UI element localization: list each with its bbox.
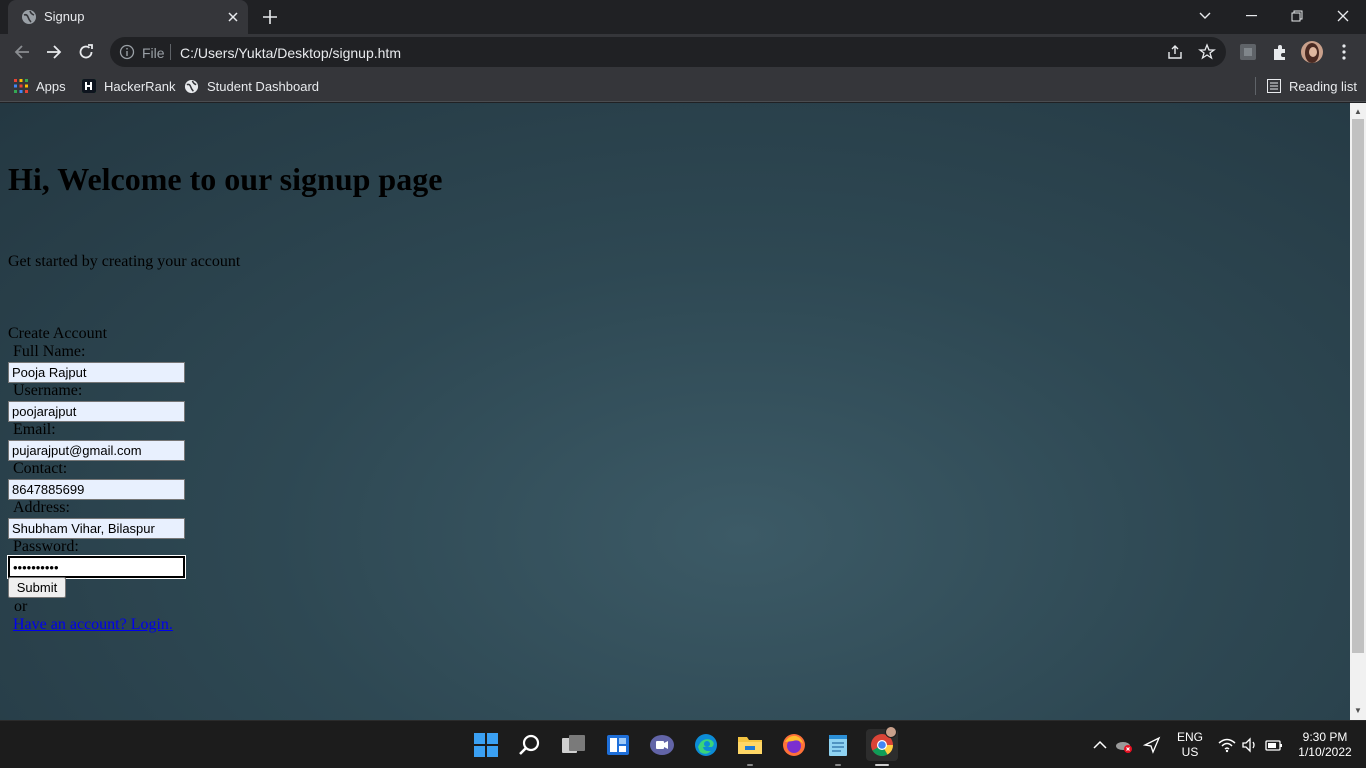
share-icon[interactable] [1166, 43, 1184, 61]
edge-icon [695, 734, 717, 756]
teams-chat-icon [650, 735, 674, 755]
address-input[interactable] [8, 518, 185, 539]
address-label: Address: [13, 499, 70, 516]
username-input[interactable] [8, 401, 185, 422]
tab-search-icon[interactable] [1182, 0, 1228, 32]
form-legend: Create Account [8, 325, 108, 342]
clock-time: 9:30 PM [1302, 730, 1348, 744]
globe-icon [22, 10, 36, 24]
tab-title: Signup [44, 9, 85, 24]
battery-icon[interactable] [1265, 736, 1283, 754]
firefox-icon [783, 734, 805, 756]
teams-chat-button[interactable] [646, 729, 678, 761]
chrome-button[interactable] [866, 726, 898, 766]
username-label: Username: [13, 382, 83, 399]
active-indicator [875, 764, 889, 766]
folder-icon [738, 737, 762, 754]
forward-button[interactable] [41, 39, 67, 65]
search-icon [519, 734, 540, 755]
star-bookmark-icon[interactable] [1198, 43, 1216, 61]
region-code: US [1181, 745, 1199, 759]
email-label: Email: [13, 421, 56, 438]
language-indicator[interactable]: ENG US [1172, 730, 1208, 760]
browser-toolbar: File C:/Users/Yukta/Desktop/signup.htm [0, 34, 1366, 70]
bookmarks-divider [1255, 77, 1256, 95]
contact-label: Contact: [13, 460, 68, 477]
full-name-input[interactable] [8, 362, 185, 383]
task-view-icon [562, 735, 585, 753]
running-indicator [747, 764, 753, 766]
location-arrow-icon[interactable] [1143, 736, 1161, 754]
login-link[interactable]: Have an account? Login. [13, 616, 173, 634]
onedrive-error-icon[interactable] [1115, 736, 1133, 754]
edge-button[interactable] [690, 729, 722, 761]
full-name-label: Full Name: [13, 343, 86, 360]
notepad-button[interactable] [822, 729, 854, 766]
page-subheading: Get started by creating your account [8, 253, 241, 270]
clock[interactable]: 9:30 PM 1/10/2022 [1292, 730, 1358, 760]
apps-grid-icon [14, 79, 28, 93]
back-button[interactable] [9, 39, 35, 65]
reading-list-icon [1267, 79, 1281, 93]
restore-button[interactable] [1274, 0, 1320, 32]
bookmark-label: Student Dashboard [207, 78, 320, 94]
windows-taskbar: ENG US 9:30 PM 1/10/2022 [0, 720, 1366, 768]
reading-list-label: Reading list [1289, 78, 1357, 94]
submit-button[interactable]: Submit [8, 577, 66, 598]
chrome-profile-badge [885, 726, 897, 738]
widgets-button[interactable] [602, 729, 634, 761]
or-text: or [14, 598, 28, 615]
omnibox-divider [170, 44, 171, 60]
bookmark-apps[interactable]: Apps [14, 76, 66, 96]
notepad-icon [829, 735, 847, 756]
password-input[interactable] [7, 555, 186, 579]
browser-tab[interactable]: Signup [8, 0, 248, 34]
info-icon[interactable] [119, 44, 135, 60]
bookmark-hackerrank[interactable]: HackerRank [82, 76, 176, 96]
bookmark-student-dashboard[interactable]: Student Dashboard [184, 76, 319, 96]
profile-avatar[interactable] [1301, 41, 1323, 63]
clock-date: 1/10/2022 [1298, 745, 1352, 759]
puzzle-extensions-icon[interactable] [1270, 42, 1290, 62]
task-view-button[interactable] [558, 729, 590, 761]
bookmark-label: HackerRank [104, 78, 176, 94]
scrollbar-thumb[interactable] [1352, 119, 1364, 653]
contact-input[interactable] [8, 479, 185, 500]
volume-icon[interactable] [1241, 736, 1259, 754]
chevron-up-icon[interactable] [1091, 736, 1109, 754]
bookmark-label: Apps [36, 78, 66, 94]
wifi-icon[interactable] [1218, 736, 1236, 754]
bookmarks-bar: Apps HackerRank Student Dashboard Readin… [0, 70, 1366, 102]
extension-icon[interactable] [1238, 42, 1258, 62]
widgets-icon [607, 735, 629, 755]
language-code: ENG [1176, 730, 1203, 744]
windows-logo-icon [474, 733, 498, 757]
scroll-down-arrow-icon[interactable]: ▼ [1353, 706, 1363, 716]
new-tab-button[interactable] [258, 5, 282, 29]
page-scrollbar[interactable]: ▲ ▼ [1350, 103, 1366, 720]
url-text[interactable]: C:/Users/Yukta/Desktop/signup.htm [180, 45, 401, 61]
reading-list-button[interactable]: Reading list [1267, 76, 1357, 96]
address-bar[interactable]: File C:/Users/Yukta/Desktop/signup.htm [110, 37, 1226, 67]
globe-icon [184, 79, 199, 93]
password-label: Password: [13, 538, 79, 555]
close-window-button[interactable] [1320, 0, 1366, 32]
page-viewport: Hi, Welcome to our signup page Get start… [0, 103, 1350, 720]
tab-close-icon[interactable] [224, 8, 242, 26]
page-heading: Hi, Welcome to our signup page [8, 161, 443, 197]
running-indicator [835, 764, 841, 766]
scroll-up-arrow-icon[interactable]: ▲ [1353, 107, 1363, 117]
search-button[interactable] [514, 729, 546, 761]
kebab-menu-icon[interactable] [1334, 42, 1354, 62]
url-scheme-label: File [142, 45, 165, 61]
email-input[interactable] [8, 440, 185, 461]
reload-button[interactable] [73, 39, 99, 65]
browser-title-bar: Signup [0, 0, 1366, 34]
start-button[interactable] [470, 729, 502, 761]
minimize-button[interactable] [1228, 0, 1274, 32]
file-explorer-button[interactable] [734, 729, 766, 766]
firefox-button[interactable] [778, 729, 810, 761]
hackerrank-icon [82, 79, 96, 93]
